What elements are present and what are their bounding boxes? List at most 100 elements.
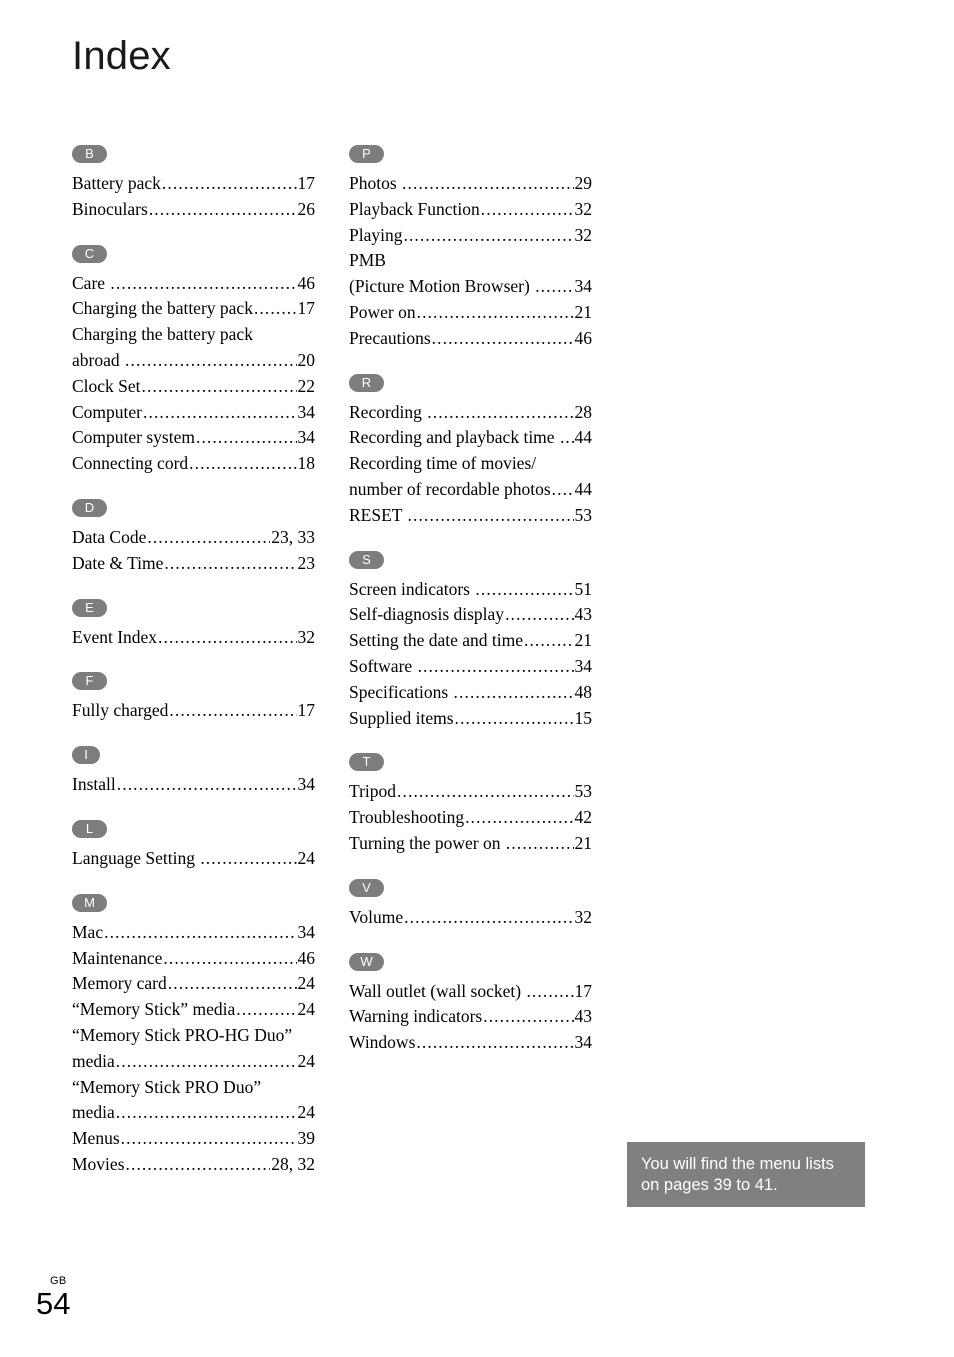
index-entry: Turning the power on 21 xyxy=(349,831,592,857)
index-entry: Wall outlet (wall socket) 17 xyxy=(349,979,592,1005)
menu-lists-note-text: You will find the menu lists on pages 39… xyxy=(641,1155,834,1194)
index-entry-page-number: 34 xyxy=(297,427,316,448)
index-entry: PMB (Picture Motion Browser) 34 xyxy=(349,248,592,300)
index-entry-leader xyxy=(168,971,297,997)
index-entry-page-number: 24 xyxy=(297,1050,316,1071)
index-entry: Power on 21 xyxy=(349,300,592,326)
index-entry-term: Date & Time xyxy=(72,552,164,573)
index-entry-leader xyxy=(200,846,296,872)
index-entry-page-number: 24 xyxy=(297,847,316,868)
index-entry-page-number: 18 xyxy=(297,453,316,474)
index-entry-term: Memory card xyxy=(72,973,167,994)
index-entry-row: Software 34 xyxy=(349,654,592,680)
index-entry-row: Connecting cord 18 xyxy=(72,451,315,477)
index-entry: “Memory Stick” media 24 xyxy=(72,997,315,1023)
letter-badge-w: W xyxy=(349,952,384,971)
index-entry-page-number: 24 xyxy=(297,973,316,994)
index-entry-term: Setting the date and time xyxy=(349,630,523,651)
index-entry-row: Turning the power on 21 xyxy=(349,831,592,857)
index-entry-leader xyxy=(432,326,574,352)
index-entry-page-number: 24 xyxy=(297,999,316,1020)
index-entry-leader xyxy=(169,698,296,724)
letter-badge-c: C xyxy=(72,244,107,263)
index-entry-term: Turning the power on xyxy=(349,832,505,853)
index-entry: Self-diagnosis display 43 xyxy=(349,602,592,628)
index-entry: Connecting cord 18 xyxy=(72,451,315,477)
index-entry-page-number: 23, 33 xyxy=(271,526,315,547)
index-entry-term: Warning indicators xyxy=(349,1006,483,1027)
index-entry-term: Specifications xyxy=(349,681,453,702)
index-entry-term: Precautions xyxy=(349,327,431,348)
index-column-right: PPhotos 29Playback Function32Playing32PM… xyxy=(349,145,592,1056)
letter-badge-m: M xyxy=(72,893,107,912)
index-entry-leader xyxy=(455,706,574,732)
index-entry: Computer system 34 xyxy=(72,425,315,451)
index-column-left: BBattery pack17Binoculars26CCare 46Charg… xyxy=(72,145,315,1178)
index-entry-leader xyxy=(110,271,296,297)
index-entry-leader xyxy=(236,997,296,1023)
index-entry-term: Supplied items xyxy=(349,707,454,728)
letter-group-v: V Volume 32 xyxy=(349,878,593,931)
index-entry-term: “Memory Stick” media xyxy=(72,999,236,1020)
index-entry-leader xyxy=(418,654,574,680)
index-entry-page-number: 53 xyxy=(574,781,593,802)
index-entry-page-number: 44 xyxy=(574,478,593,499)
index-entry-row: Data Code 23, 33 xyxy=(72,525,315,551)
letter-badge-b: B xyxy=(72,145,107,163)
index-entry-leader xyxy=(117,772,297,798)
index-entry: Language Setting 24 xyxy=(72,846,315,872)
letter-group-d: D Data Code 23, 33 Date & Time 23 xyxy=(72,498,315,577)
index-entry-term: Playing xyxy=(349,224,403,245)
index-entry-term: “Memory Stick PRO Duo” xyxy=(72,1076,262,1097)
index-entry-page-number: 53 xyxy=(574,504,593,525)
index-entry-page-number: 48 xyxy=(574,681,593,702)
index-entry: Precautions 46 xyxy=(349,326,592,352)
index-entry-page-number: 17 xyxy=(574,980,593,1001)
index-entry: Windows 34 xyxy=(349,1030,592,1056)
index-entry-page-number: 43 xyxy=(574,1006,593,1027)
index-entry: Movies 28, 32 xyxy=(72,1152,315,1178)
index-entry-row: Self-diagnosis display 43 xyxy=(349,602,592,628)
index-entry-row: Care 46 xyxy=(72,271,315,297)
index-entry-leader xyxy=(526,979,573,1005)
index-entry-row: Warning indicators 43 xyxy=(349,1004,592,1030)
letter-group-s: SScreen indicators 51Self-diagnosis disp… xyxy=(349,550,593,732)
index-entry-page-number: 32 xyxy=(574,198,593,219)
letter-badge-i: I xyxy=(72,746,100,765)
menu-lists-note: You will find the menu lists on pages 39… xyxy=(627,1142,865,1207)
index-entry-page-number: 17 xyxy=(297,298,316,319)
index-entry-term: Menus xyxy=(72,1128,120,1149)
index-entry-row: Battery pack 17 xyxy=(72,171,315,197)
index-entry-term: number of recordable photos xyxy=(349,478,551,499)
index-entry-term: Playback Function xyxy=(349,198,480,219)
index-entry-page-number: 32 xyxy=(574,906,593,927)
index-entry-term: Clock Set xyxy=(72,375,141,396)
letter-badge-s: S xyxy=(349,550,384,569)
index-entry-term: Charging the battery pack xyxy=(72,298,253,319)
index-entry: Charging the battery pack abroad 20 xyxy=(72,322,315,374)
index-entry-row: Charging the battery pack 17 xyxy=(72,296,315,322)
index-entry-row: Fully charged 17 xyxy=(72,698,315,724)
index-entry: Playing 32 xyxy=(349,223,592,249)
index-entry-leader xyxy=(196,425,297,451)
letter-badge-d: D xyxy=(72,498,107,517)
letter-group-c: CCare 46Charging the battery pack17Charg… xyxy=(72,244,316,477)
index-entry-row: Binoculars 26 xyxy=(72,197,315,223)
index-entry-row: Windows 34 xyxy=(349,1030,592,1056)
index-entry-leader xyxy=(121,1126,297,1152)
index-entry: Data Code 23, 33 xyxy=(72,525,315,551)
index-entry-term: (Picture Motion Browser) xyxy=(349,276,535,297)
index-entry-page-number: 21 xyxy=(574,301,593,322)
index-entry: Battery pack 17 xyxy=(72,171,315,197)
index-entry-page-number: 34 xyxy=(297,401,316,422)
letter-badge-f: F xyxy=(72,672,107,691)
index-entry-page-number: 51 xyxy=(574,578,593,599)
index-entry-row: Movies 28, 32 xyxy=(72,1152,315,1178)
index-entry: Recording time of movies/number of recor… xyxy=(349,451,592,503)
index-entry-term: Battery pack xyxy=(72,173,161,193)
index-entry-term: media xyxy=(72,1102,115,1123)
